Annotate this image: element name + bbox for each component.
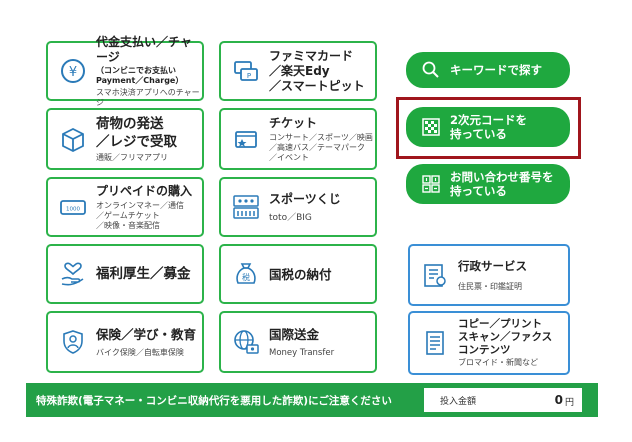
copy-print-tile[interactable]: コピー／プリント スキャン／ファクス コンテンツ ブロマイド・新聞など (408, 311, 570, 375)
keyword-search-button[interactable]: キーワードで探す (406, 52, 570, 88)
remittance-tile[interactable]: 国際送金 Money Transfer (219, 311, 377, 373)
sports-lottery-subtitle: toto／BIG (269, 212, 312, 223)
document-icon (420, 328, 450, 358)
admin-service-tile[interactable]: 行政サービス 住民票・印鑑証明 (408, 244, 570, 306)
insurance-tile[interactable]: 保険／学び・教育 バイク保険／自転車保険 (46, 311, 204, 373)
sports-lottery-title: スポーツくじ (269, 191, 341, 206)
prepaid-title: プリペイドの購入 (96, 183, 193, 198)
copy-print-subtitle: ブロマイド・新聞など (458, 358, 538, 367)
national-tax-title: 国税の納付 (269, 266, 332, 282)
ticket-title: チケット (269, 115, 318, 130)
keyword-search-label: キーワードで探す (450, 63, 542, 77)
remittance-subtitle: Money Transfer (269, 347, 335, 358)
svg-text:¥: ¥ (69, 65, 77, 80)
number-grid-icon (420, 173, 442, 195)
svg-text:税: 税 (242, 272, 250, 282)
remittance-title: 国際送金 (269, 326, 320, 342)
famima-card-tile[interactable]: P ファミマカード ／楽天Edy ／スマートピット (219, 41, 377, 101)
parcel-box-icon (58, 124, 88, 154)
qr-code-highlight-frame (396, 97, 581, 159)
certificate-icon (420, 260, 450, 290)
footer-bar: 特殊詐欺(電子マネー・コンビニ収納代行を悪用した詐欺)にご注意ください 投入金額… (26, 383, 598, 417)
svg-text:1000: 1000 (66, 207, 80, 213)
search-icon (420, 59, 442, 81)
ticket-icon (231, 124, 261, 154)
admin-service-title: 行政サービス (458, 258, 527, 273)
welfare-tile[interactable]: 福利厚生／募金 (46, 244, 204, 304)
fraud-warning-text: 特殊詐欺(電子マネー・コンビニ収納代行を悪用した詐欺)にご注意ください (36, 394, 392, 407)
copy-print-title: コピー／プリント スキャン／ファクス コンテンツ (458, 318, 553, 356)
national-tax-tile[interactable]: 税 国税の納付 (219, 244, 377, 304)
welfare-title: 福利厚生／募金 (96, 266, 191, 282)
inserted-amount-label: 投入金額 (440, 396, 477, 407)
shield-person-icon (58, 327, 88, 357)
yen-coin-icon: ¥ (58, 56, 88, 86)
prepaid-card-icon: 1000 (58, 192, 88, 222)
hand-heart-icon (58, 259, 88, 289)
parcel-title: 荷物の発送 ／レジで受取 (96, 116, 177, 150)
ticket-subtitle: コンサート／スポーツ／映画 ／高速バス／テーマパーク ／イベント (269, 132, 373, 162)
prepaid-tile[interactable]: 1000 プリペイドの購入 オンラインマネー／通信 ／ゲームチケット ／映像・音… (46, 177, 204, 237)
toto-big-icon (231, 192, 261, 222)
payment-charge-note: スマホ決済アプリへのチャージ (96, 87, 200, 107)
parcel-tile[interactable]: 荷物の発送 ／レジで受取 通販／フリマアプリ (46, 108, 204, 170)
card-icon: P (231, 56, 261, 86)
inquiry-number-label: お問い合わせ番号を 持っている (450, 170, 554, 198)
globe-money-icon (231, 327, 261, 357)
payment-charge-subtitle: （コンビニでお支払い Payment／Charge） (96, 65, 184, 85)
inserted-amount-unit: 円 (564, 398, 574, 408)
payment-charge-title: 代金支払い／チャージ (96, 34, 192, 64)
insurance-subtitle: バイク保険／自転車保険 (96, 347, 184, 357)
tax-bag-icon: 税 (231, 259, 261, 289)
admin-service-subtitle: 住民票・印鑑証明 (458, 281, 522, 291)
famima-card-title: ファミマカード ／楽天Edy ／スマートピット (269, 48, 365, 93)
inquiry-number-button[interactable]: お問い合わせ番号を 持っている (406, 164, 570, 204)
inserted-amount-value: 0 (554, 393, 563, 407)
sports-lottery-tile[interactable]: スポーツくじ toto／BIG (219, 177, 377, 237)
inserted-amount-box: 投入金額 0 円 (424, 388, 582, 412)
prepaid-subtitle: オンラインマネー／通信 ／ゲームチケット ／映像・音楽配信 (96, 200, 184, 230)
parcel-subtitle: 通販／フリマアプリ (96, 153, 168, 162)
payment-charge-tile[interactable]: ¥ 代金支払い／チャージ （コンビニでお支払い Payment／Charge） … (46, 35, 204, 107)
ticket-tile[interactable]: チケット コンサート／スポーツ／映画 ／高速バス／テーマパーク ／イベント (219, 108, 377, 170)
svg-text:P: P (247, 72, 251, 80)
insurance-title: 保険／学び・教育 (96, 326, 197, 342)
